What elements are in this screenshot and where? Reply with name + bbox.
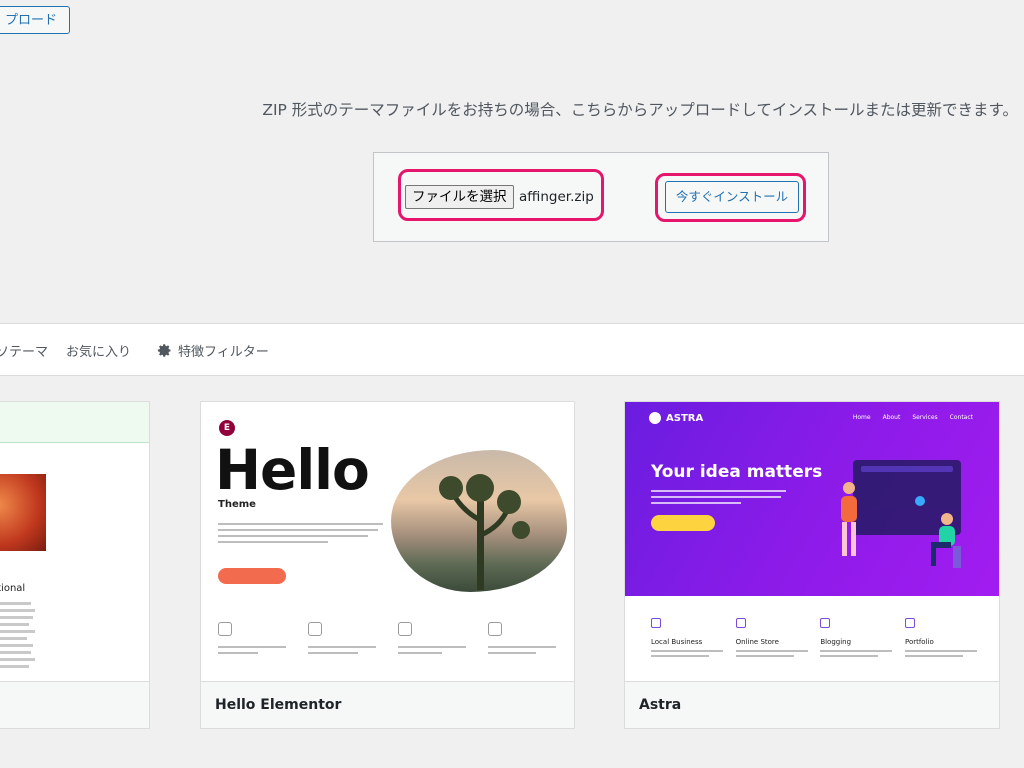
preview-nav-item: About [882, 414, 901, 421]
astra-logo-icon [649, 412, 661, 424]
preview-subtitle: Theme [218, 499, 256, 510]
theme-screenshot: ational [0, 402, 149, 682]
selected-file-name: affinger.zip [519, 189, 594, 205]
feature-filter-label: 特徴フィルター [178, 345, 269, 360]
preview-features: Local Business Online Store Blogging Por… [651, 618, 981, 660]
elementor-logo-icon: E [219, 420, 235, 436]
preview-features [218, 622, 558, 658]
preview-nav-item: Contact [949, 414, 973, 421]
preview-headline: Your idea matters [651, 462, 823, 482]
person-illustration-icon [931, 513, 961, 568]
preview-title: Hello [215, 438, 370, 502]
preview-nav-item: Home [852, 414, 871, 421]
theme-screenshot: ASTRA Home About Services Contact Your i… [625, 402, 999, 682]
person-illustration-icon [841, 482, 857, 556]
theme-name: Hello Elementor [201, 681, 574, 728]
preview-feature-name: Online Store [735, 638, 779, 646]
feature-filter-button[interactable]: 特徴フィルター [157, 341, 269, 360]
preview-feature-name: Portfolio [904, 638, 934, 646]
preview-text-lines [651, 490, 791, 508]
filter-popular-tab[interactable]: ソテーマ [0, 341, 48, 360]
install-now-button[interactable]: 今すぐインストール [665, 181, 799, 213]
preview-cactus-image [391, 450, 567, 592]
choose-file-button[interactable]: ファイルを選択 [405, 185, 514, 209]
preview-paragraph [218, 523, 388, 547]
preview-nav-item: Services [912, 414, 938, 421]
preview-cta-button [651, 515, 715, 531]
theme-card-astra[interactable]: ASTRA Home About Services Contact Your i… [624, 401, 1000, 729]
preview-feature-name: Blogging [820, 638, 852, 646]
gear-icon [157, 344, 171, 357]
preview-banner [0, 402, 149, 443]
preview-text-lines [0, 602, 51, 672]
astra-logo: ASTRA [649, 412, 703, 424]
theme-name: Astra [625, 681, 999, 728]
theme-filter-bar [0, 323, 1024, 376]
preview-hero: ASTRA Home About Services Contact Your i… [625, 402, 999, 596]
theme-card[interactable]: ational [0, 401, 150, 729]
preview-feature-name: Local Business [651, 638, 703, 646]
astra-logo-text: ASTRA [666, 412, 704, 424]
theme-screenshot: E Hello Theme [201, 402, 574, 682]
filter-favorites-tab[interactable]: お気に入り [66, 341, 131, 360]
theme-name [0, 681, 149, 728]
upload-theme-button[interactable]: プロード [0, 6, 71, 34]
upload-description: ZIP 形式のテーマファイルをお持ちの場合、こちらからアップロードしてインストー… [262, 101, 1018, 119]
preview-photo [0, 474, 46, 551]
preview-caption: ational [0, 583, 26, 594]
preview-cta-button [218, 568, 286, 584]
cactus-icon [439, 474, 530, 590]
preview-nav: Home About Services Contact [853, 414, 973, 421]
theme-card-hello-elementor[interactable]: E Hello Theme Hello Elementor [200, 401, 575, 729]
